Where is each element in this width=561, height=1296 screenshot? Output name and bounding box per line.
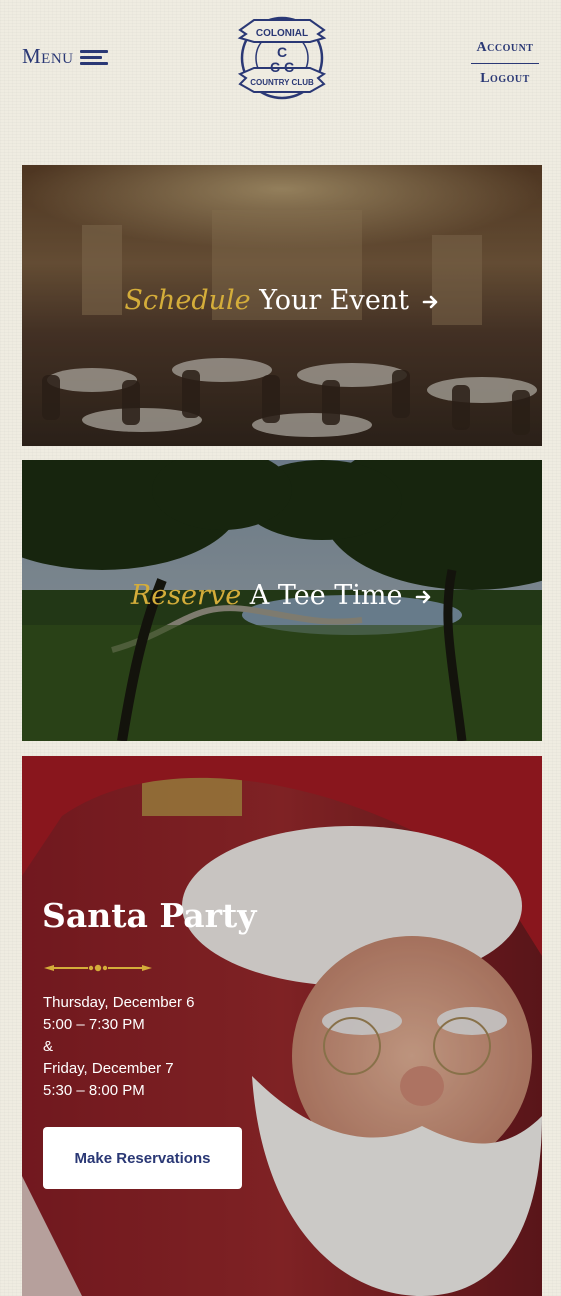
reserve-tee-time-title-emphasis: Reserve bbox=[130, 580, 242, 611]
hamburger-icon bbox=[79, 49, 108, 65]
schedule-event-card[interactable]: Schedule Your Event bbox=[22, 165, 542, 446]
reserve-tee-time-card[interactable]: Reserve A Tee Time bbox=[22, 460, 542, 741]
santa-date-2: Friday, December 7 bbox=[43, 1060, 174, 1077]
site-header: Menu COLONIAL COUNTRY CLUB C C C Account… bbox=[0, 0, 561, 130]
santa-party-details: Thursday, December 6 5:00 – 7:30 PM & Fr… bbox=[43, 992, 194, 1102]
make-reservations-button[interactable]: Make Reservations bbox=[43, 1127, 242, 1189]
reserve-tee-time-title: Reserve A Tee Time bbox=[22, 580, 542, 611]
logo-monogram-bottom: C C bbox=[270, 59, 294, 75]
arrow-right-icon bbox=[415, 590, 431, 603]
santa-date-1: Thursday, December 6 bbox=[43, 994, 195, 1011]
schedule-event-title-emphasis: Schedule bbox=[124, 285, 251, 316]
schedule-event-title-rest: Your Event bbox=[250, 285, 410, 316]
santa-time-2: 5:30 – 8:00 PM bbox=[43, 1082, 145, 1099]
divider-ornament-icon bbox=[44, 964, 152, 972]
logout-link[interactable]: Logout bbox=[471, 71, 539, 87]
schedule-event-title: Schedule Your Event bbox=[22, 285, 542, 316]
logo-bottom-text: COUNTRY CLUB bbox=[250, 78, 314, 87]
santa-party-title: Santa Party bbox=[42, 896, 257, 935]
logo-top-text: COLONIAL bbox=[256, 28, 308, 39]
reserve-tee-time-title-rest: A Tee Time bbox=[241, 580, 403, 611]
account-divider bbox=[471, 63, 539, 64]
santa-party-card: Santa Party Thursday, December 6 5:00 – … bbox=[22, 756, 542, 1296]
santa-ampersand: & bbox=[43, 1038, 54, 1055]
santa-time-1: 5:00 – 7:30 PM bbox=[43, 1016, 145, 1033]
arrow-right-icon bbox=[422, 295, 437, 308]
club-logo[interactable]: COLONIAL COUNTRY CLUB C C C bbox=[236, 12, 328, 102]
menu-button[interactable]: Menu bbox=[22, 44, 108, 69]
account-link[interactable]: Account bbox=[471, 40, 539, 56]
account-links: Account Logout bbox=[471, 40, 539, 87]
menu-label: Menu bbox=[22, 44, 74, 68]
logo-monogram-top: C bbox=[277, 44, 287, 60]
